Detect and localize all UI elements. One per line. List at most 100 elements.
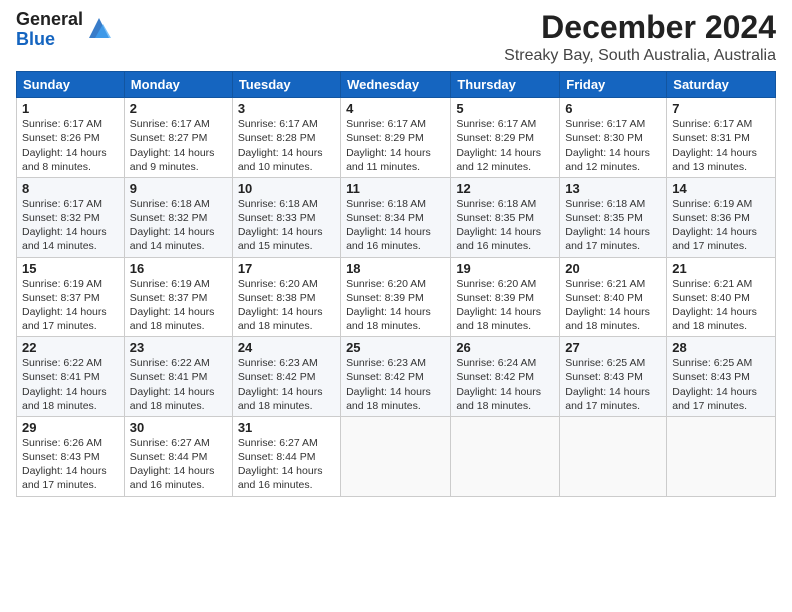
day-info: Sunrise: 6:23 AM Sunset: 8:42 PM Dayligh… [346,356,445,413]
day-number: 10 [238,181,335,196]
calendar-header-saturday: Saturday [667,72,776,98]
calendar-cell: 11Sunrise: 6:18 AM Sunset: 8:34 PM Dayli… [341,177,451,257]
day-number: 25 [346,340,445,355]
calendar-header-wednesday: Wednesday [341,72,451,98]
day-number: 1 [22,101,119,116]
day-number: 26 [456,340,554,355]
day-info: Sunrise: 6:17 AM Sunset: 8:29 PM Dayligh… [456,117,554,174]
day-info: Sunrise: 6:19 AM Sunset: 8:36 PM Dayligh… [672,197,770,254]
day-info: Sunrise: 6:18 AM Sunset: 8:33 PM Dayligh… [238,197,335,254]
calendar-week-row: 22Sunrise: 6:22 AM Sunset: 8:41 PM Dayli… [17,337,776,417]
calendar-cell [341,416,451,496]
calendar-header-sunday: Sunday [17,72,125,98]
title-block: December 2024 Streaky Bay, South Austral… [504,10,776,65]
day-info: Sunrise: 6:25 AM Sunset: 8:43 PM Dayligh… [672,356,770,413]
day-info: Sunrise: 6:25 AM Sunset: 8:43 PM Dayligh… [565,356,661,413]
calendar-cell [560,416,667,496]
day-number: 29 [22,420,119,435]
calendar-cell: 13Sunrise: 6:18 AM Sunset: 8:35 PM Dayli… [560,177,667,257]
day-number: 8 [22,181,119,196]
day-info: Sunrise: 6:21 AM Sunset: 8:40 PM Dayligh… [672,277,770,334]
day-info: Sunrise: 6:19 AM Sunset: 8:37 PM Dayligh… [130,277,227,334]
day-number: 30 [130,420,227,435]
day-info: Sunrise: 6:17 AM Sunset: 8:31 PM Dayligh… [672,117,770,174]
calendar-cell: 27Sunrise: 6:25 AM Sunset: 8:43 PM Dayli… [560,337,667,417]
day-info: Sunrise: 6:24 AM Sunset: 8:42 PM Dayligh… [456,356,554,413]
day-info: Sunrise: 6:22 AM Sunset: 8:41 PM Dayligh… [22,356,119,413]
day-number: 21 [672,261,770,276]
calendar-week-row: 1Sunrise: 6:17 AM Sunset: 8:26 PM Daylig… [17,98,776,178]
logo-text: General Blue [16,10,83,50]
day-info: Sunrise: 6:20 AM Sunset: 8:39 PM Dayligh… [346,277,445,334]
calendar-cell [451,416,560,496]
calendar-cell: 24Sunrise: 6:23 AM Sunset: 8:42 PM Dayli… [232,337,340,417]
calendar-cell: 3Sunrise: 6:17 AM Sunset: 8:28 PM Daylig… [232,98,340,178]
calendar-cell: 15Sunrise: 6:19 AM Sunset: 8:37 PM Dayli… [17,257,125,337]
day-number: 7 [672,101,770,116]
day-number: 2 [130,101,227,116]
day-number: 22 [22,340,119,355]
logo-icon [85,14,113,42]
day-info: Sunrise: 6:17 AM Sunset: 8:29 PM Dayligh… [346,117,445,174]
calendar-cell: 17Sunrise: 6:20 AM Sunset: 8:38 PM Dayli… [232,257,340,337]
day-number: 12 [456,181,554,196]
calendar-cell: 30Sunrise: 6:27 AM Sunset: 8:44 PM Dayli… [124,416,232,496]
day-number: 18 [346,261,445,276]
calendar-header-monday: Monday [124,72,232,98]
day-number: 14 [672,181,770,196]
calendar-cell: 2Sunrise: 6:17 AM Sunset: 8:27 PM Daylig… [124,98,232,178]
day-number: 6 [565,101,661,116]
calendar-cell: 29Sunrise: 6:26 AM Sunset: 8:43 PM Dayli… [17,416,125,496]
day-info: Sunrise: 6:20 AM Sunset: 8:39 PM Dayligh… [456,277,554,334]
calendar-week-row: 15Sunrise: 6:19 AM Sunset: 8:37 PM Dayli… [17,257,776,337]
day-info: Sunrise: 6:23 AM Sunset: 8:42 PM Dayligh… [238,356,335,413]
day-info: Sunrise: 6:18 AM Sunset: 8:32 PM Dayligh… [130,197,227,254]
calendar-cell: 16Sunrise: 6:19 AM Sunset: 8:37 PM Dayli… [124,257,232,337]
calendar-header-row: SundayMondayTuesdayWednesdayThursdayFrid… [17,72,776,98]
day-number: 5 [456,101,554,116]
calendar-table: SundayMondayTuesdayWednesdayThursdayFrid… [16,71,776,496]
calendar-header-tuesday: Tuesday [232,72,340,98]
day-info: Sunrise: 6:18 AM Sunset: 8:35 PM Dayligh… [565,197,661,254]
day-number: 15 [22,261,119,276]
day-number: 4 [346,101,445,116]
month-title: December 2024 [504,10,776,45]
day-number: 24 [238,340,335,355]
calendar-cell: 26Sunrise: 6:24 AM Sunset: 8:42 PM Dayli… [451,337,560,417]
page: General Blue December 2024 Streaky Bay, … [0,0,792,612]
calendar-cell: 31Sunrise: 6:27 AM Sunset: 8:44 PM Dayli… [232,416,340,496]
logo: General Blue [16,10,113,50]
day-number: 13 [565,181,661,196]
calendar-cell: 21Sunrise: 6:21 AM Sunset: 8:40 PM Dayli… [667,257,776,337]
calendar-cell: 7Sunrise: 6:17 AM Sunset: 8:31 PM Daylig… [667,98,776,178]
day-info: Sunrise: 6:27 AM Sunset: 8:44 PM Dayligh… [130,436,227,493]
calendar-week-row: 8Sunrise: 6:17 AM Sunset: 8:32 PM Daylig… [17,177,776,257]
day-number: 11 [346,181,445,196]
day-number: 3 [238,101,335,116]
day-info: Sunrise: 6:17 AM Sunset: 8:28 PM Dayligh… [238,117,335,174]
calendar-cell: 22Sunrise: 6:22 AM Sunset: 8:41 PM Dayli… [17,337,125,417]
calendar-cell: 20Sunrise: 6:21 AM Sunset: 8:40 PM Dayli… [560,257,667,337]
logo-blue: Blue [16,30,83,50]
calendar-cell: 5Sunrise: 6:17 AM Sunset: 8:29 PM Daylig… [451,98,560,178]
calendar-header-thursday: Thursday [451,72,560,98]
calendar-cell: 14Sunrise: 6:19 AM Sunset: 8:36 PM Dayli… [667,177,776,257]
header: General Blue December 2024 Streaky Bay, … [16,10,776,65]
day-info: Sunrise: 6:17 AM Sunset: 8:32 PM Dayligh… [22,197,119,254]
day-number: 31 [238,420,335,435]
calendar-cell: 19Sunrise: 6:20 AM Sunset: 8:39 PM Dayli… [451,257,560,337]
day-number: 9 [130,181,227,196]
day-info: Sunrise: 6:26 AM Sunset: 8:43 PM Dayligh… [22,436,119,493]
calendar-cell: 8Sunrise: 6:17 AM Sunset: 8:32 PM Daylig… [17,177,125,257]
calendar-header-friday: Friday [560,72,667,98]
day-number: 27 [565,340,661,355]
day-number: 28 [672,340,770,355]
day-info: Sunrise: 6:17 AM Sunset: 8:30 PM Dayligh… [565,117,661,174]
day-number: 17 [238,261,335,276]
day-number: 20 [565,261,661,276]
day-info: Sunrise: 6:22 AM Sunset: 8:41 PM Dayligh… [130,356,227,413]
day-info: Sunrise: 6:19 AM Sunset: 8:37 PM Dayligh… [22,277,119,334]
day-info: Sunrise: 6:20 AM Sunset: 8:38 PM Dayligh… [238,277,335,334]
calendar-cell: 28Sunrise: 6:25 AM Sunset: 8:43 PM Dayli… [667,337,776,417]
day-info: Sunrise: 6:17 AM Sunset: 8:27 PM Dayligh… [130,117,227,174]
